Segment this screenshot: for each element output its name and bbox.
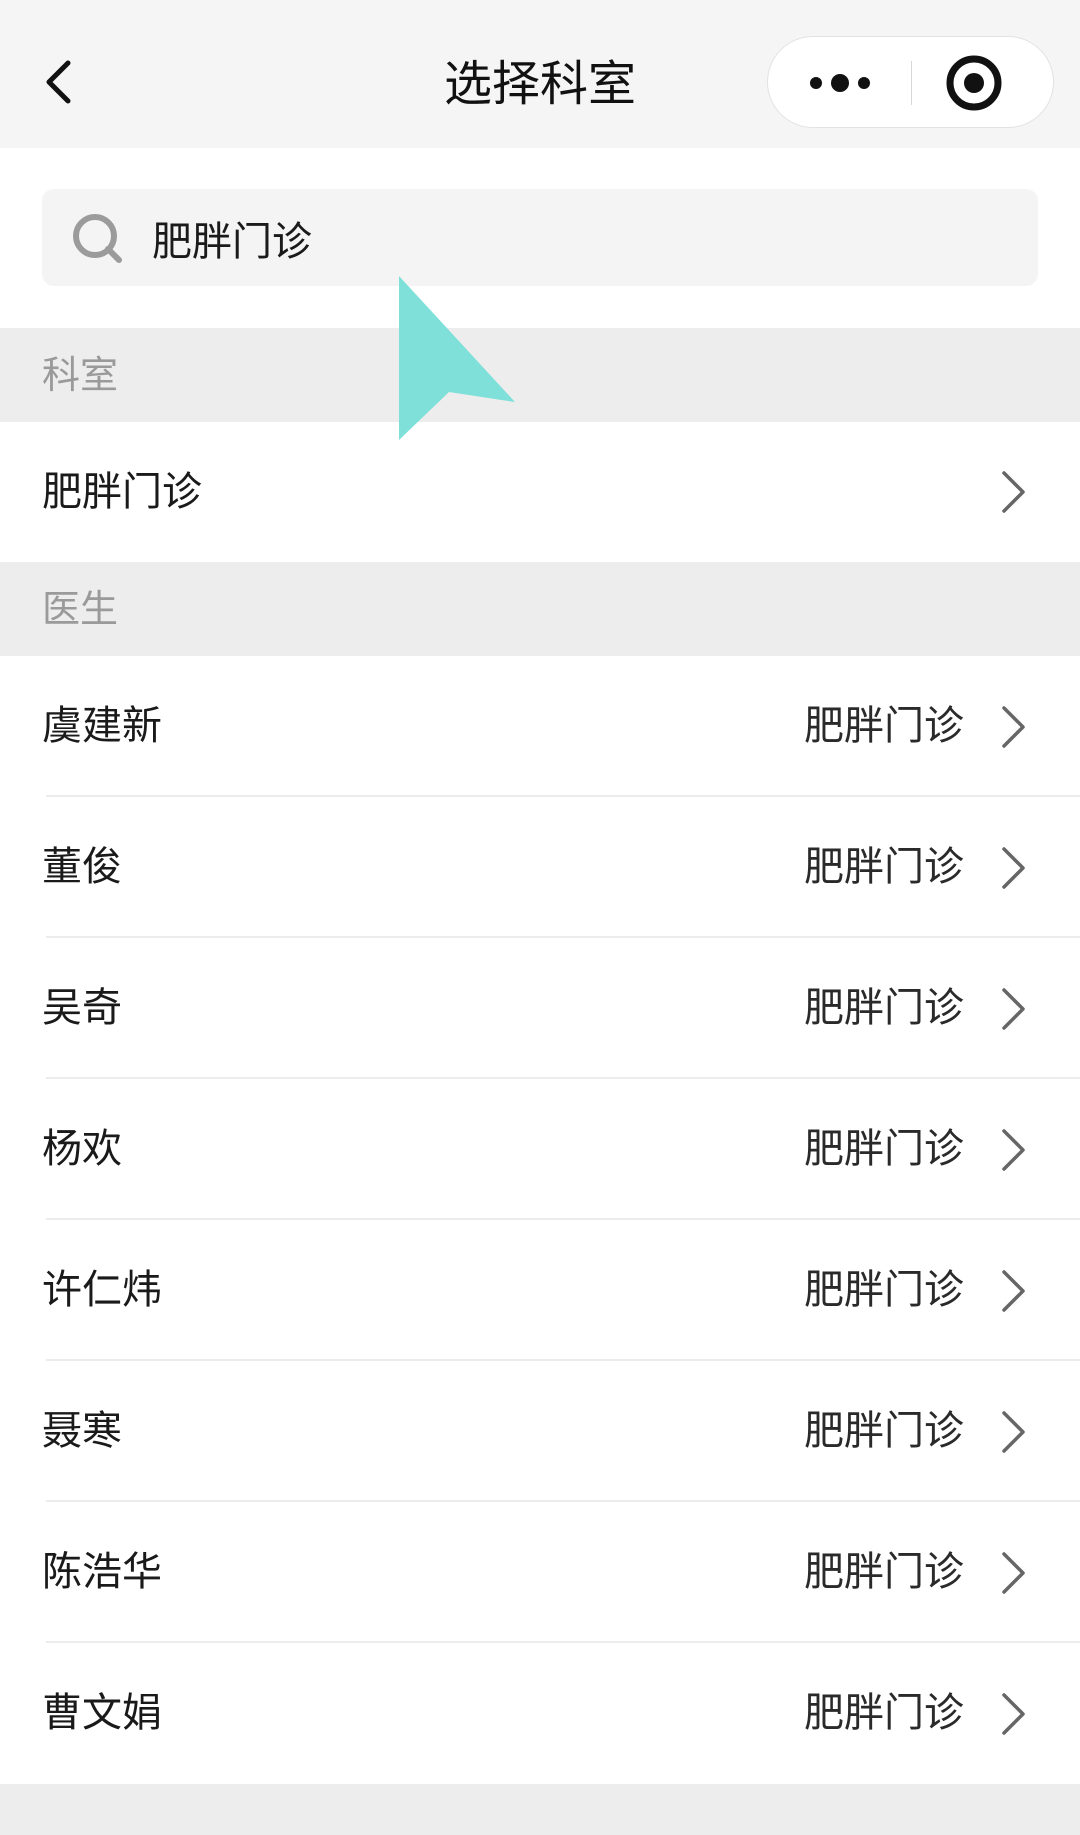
row-name: 虞建新 bbox=[42, 703, 162, 749]
capsule-menu bbox=[767, 36, 1054, 128]
row-name: 杨欢 bbox=[42, 1126, 122, 1172]
search-box[interactable] bbox=[42, 189, 1038, 286]
chevron-right-icon bbox=[1002, 1270, 1025, 1312]
section-header-doctor: 医生 bbox=[0, 562, 1080, 656]
department-row[interactable]: 肥胖门诊 bbox=[0, 422, 1080, 562]
doctor-row[interactable]: 陈浩华 肥胖门诊 bbox=[0, 1502, 1080, 1643]
chevron-right-icon bbox=[1002, 847, 1025, 889]
search-area bbox=[0, 148, 1080, 328]
row-department: 肥胖门诊 bbox=[804, 1126, 964, 1172]
row-department: 肥胖门诊 bbox=[804, 985, 964, 1031]
row-name: 陈浩华 bbox=[42, 1549, 162, 1595]
chevron-right-icon bbox=[1002, 988, 1025, 1030]
target-close-icon bbox=[946, 55, 1002, 111]
more-dots-icon bbox=[810, 74, 870, 92]
row-name: 董俊 bbox=[42, 844, 122, 890]
doctor-row[interactable]: 吴奇 肥胖门诊 bbox=[0, 938, 1080, 1079]
chevron-right-icon bbox=[1002, 1693, 1025, 1735]
row-name: 许仁炜 bbox=[42, 1267, 162, 1313]
section-header-department: 科室 bbox=[0, 328, 1080, 422]
nav-bar: 选择科室 bbox=[0, 0, 1080, 148]
doctor-row[interactable]: 董俊 肥胖门诊 bbox=[0, 797, 1080, 938]
doctor-row[interactable]: 许仁炜 肥胖门诊 bbox=[0, 1220, 1080, 1361]
close-miniprogram-button[interactable] bbox=[912, 37, 1053, 127]
doctor-row[interactable]: 杨欢 肥胖门诊 bbox=[0, 1079, 1080, 1220]
row-name: 吴奇 bbox=[42, 985, 122, 1031]
chevron-right-icon bbox=[1002, 1411, 1025, 1453]
chevron-right-icon bbox=[1002, 706, 1025, 748]
cursor-pointer-icon bbox=[399, 276, 515, 440]
search-input[interactable] bbox=[152, 189, 1012, 286]
back-button[interactable] bbox=[30, 40, 110, 120]
doctor-row[interactable]: 曹文娟 肥胖门诊 bbox=[0, 1643, 1080, 1784]
search-icon bbox=[73, 214, 122, 263]
row-name: 曹文娟 bbox=[42, 1690, 162, 1736]
chevron-left-icon bbox=[46, 60, 71, 104]
row-department: 肥胖门诊 bbox=[804, 844, 964, 890]
chevron-right-icon bbox=[1002, 1552, 1025, 1594]
row-department: 肥胖门诊 bbox=[804, 1549, 964, 1595]
row-department: 肥胖门诊 bbox=[804, 1690, 964, 1736]
row-department: 肥胖门诊 bbox=[804, 703, 964, 749]
row-department: 肥胖门诊 bbox=[804, 1267, 964, 1313]
row-department: 肥胖门诊 bbox=[804, 1408, 964, 1454]
more-button[interactable] bbox=[768, 37, 911, 127]
doctor-row[interactable]: 虞建新 肥胖门诊 bbox=[0, 656, 1080, 797]
chevron-right-icon bbox=[1002, 1129, 1025, 1171]
row-name: 肥胖门诊 bbox=[42, 469, 202, 515]
doctor-row[interactable]: 聂寒 肥胖门诊 bbox=[0, 1361, 1080, 1502]
chevron-right-icon bbox=[1002, 471, 1025, 513]
row-name: 聂寒 bbox=[42, 1408, 122, 1454]
